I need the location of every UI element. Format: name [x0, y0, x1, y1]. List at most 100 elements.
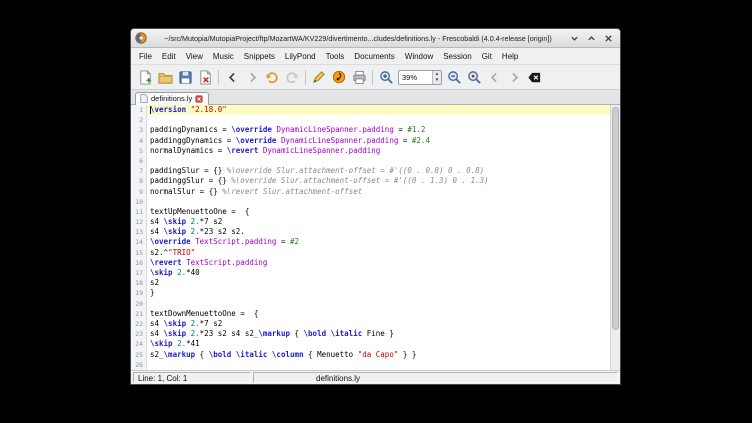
back-button[interactable]: [222, 67, 242, 87]
toolbar: 39% ▲▼: [131, 65, 620, 90]
code-line[interactable]: 13s4 \skip 2.*23 s2 s2.: [131, 227, 610, 237]
code-line[interactable]: 5normalDynamics = \revert DynamicLineSpa…: [131, 146, 610, 156]
filename-status: definitions.ly: [253, 372, 618, 383]
code-line[interactable]: 2: [131, 115, 610, 125]
menu-file[interactable]: File: [134, 50, 157, 63]
menu-snippets[interactable]: Snippets: [239, 50, 280, 63]
editor: 1\version "2.18.0"23paddingDynamics = \o…: [131, 105, 620, 370]
code-text: }: [147, 288, 610, 298]
magnifier-icon: [467, 70, 482, 85]
zoom-original-button[interactable]: [464, 67, 484, 87]
code-line[interactable]: 23s4 \skip 2.*23 s2 s4 s2_\markup { \bol…: [131, 329, 610, 339]
code-line[interactable]: 18s2: [131, 278, 610, 288]
line-number: 17: [131, 268, 147, 278]
zoom-out-button[interactable]: [444, 67, 464, 87]
menu-help[interactable]: Help: [497, 50, 523, 63]
edit-in-place-button[interactable]: [309, 67, 329, 87]
zoom-level-spinbox[interactable]: 39% ▲▼: [398, 70, 442, 85]
line-number: 6: [131, 156, 147, 166]
line-number: 7: [131, 166, 147, 176]
code-text: normalDynamics = \revert DynamicLineSpan…: [147, 146, 610, 156]
code-line[interactable]: 4paddinggDynamics = \override DynamicLin…: [131, 136, 610, 146]
code-text: s4 \skip 2.*7 s2: [147, 319, 610, 329]
code-line[interactable]: 26: [131, 360, 610, 370]
vertical-scrollbar[interactable]: [610, 105, 620, 370]
menu-session[interactable]: Session: [438, 50, 476, 63]
next-page-button[interactable]: [504, 67, 524, 87]
tab-definitions-ly[interactable]: definitions.ly: [135, 92, 209, 105]
code-line[interactable]: 20: [131, 299, 610, 309]
code-line[interactable]: 17\skip 2.*40: [131, 268, 610, 278]
code-line[interactable]: 12s4 \skip 2.*7 s2: [131, 217, 610, 227]
code-text: \revert TextScript.padding: [147, 258, 610, 268]
code-text: [147, 115, 610, 125]
menu-edit[interactable]: Edit: [157, 50, 181, 63]
code-line[interactable]: 1\version "2.18.0": [131, 105, 610, 115]
new-document-button[interactable]: [135, 67, 155, 87]
code-text: paddingDynamics = \override DynamicLineS…: [147, 125, 610, 135]
menu-view[interactable]: View: [181, 50, 208, 63]
redo-button[interactable]: [282, 67, 302, 87]
code-lines[interactable]: 1\version "2.18.0"23paddingDynamics = \o…: [131, 105, 610, 370]
menu-lilypond[interactable]: LilyPond: [280, 50, 321, 63]
line-number: 22: [131, 319, 147, 329]
line-number: 5: [131, 146, 147, 156]
maximize-button[interactable]: [584, 32, 599, 45]
save-document-button[interactable]: [175, 67, 195, 87]
line-number: 12: [131, 217, 147, 227]
zoom-in-button[interactable]: [376, 67, 396, 87]
scrollbar-thumb[interactable]: [612, 107, 619, 330]
code-line[interactable]: 15s2.^"TRIO": [131, 248, 610, 258]
forward-button[interactable]: [242, 67, 262, 87]
close-button[interactable]: [601, 32, 616, 45]
code-line[interactable]: 11textUpMenuettoOne = {: [131, 207, 610, 217]
menu-documents[interactable]: Documents: [349, 50, 399, 63]
line-number: 3: [131, 125, 147, 135]
open-document-button[interactable]: [155, 67, 175, 87]
close-document-button[interactable]: [195, 67, 215, 87]
tab-close-icon[interactable]: [195, 95, 203, 103]
minimize-button[interactable]: [567, 32, 582, 45]
code-text: [147, 156, 610, 166]
code-line[interactable]: 3paddingDynamics = \override DynamicLine…: [131, 125, 610, 135]
frescobaldi-app-icon: [135, 32, 147, 44]
frescobaldi-window: ~/src/Mutopia/MutopiaProject/ftp/MozartW…: [130, 28, 621, 385]
window-title: ~/src/Mutopia/MutopiaProject/ftp/MozartW…: [151, 34, 565, 43]
line-number: 20: [131, 299, 147, 309]
code-line[interactable]: 16\revert TextScript.padding: [131, 258, 610, 268]
clear-music-view-button[interactable]: [524, 67, 544, 87]
menu-music[interactable]: Music: [208, 50, 239, 63]
code-text: [147, 360, 610, 370]
code-text: paddinggSlur = {} %\override Slur.attach…: [147, 176, 610, 186]
zoom-spin-buttons[interactable]: ▲▼: [432, 71, 441, 84]
code-text: s4 \skip 2.*23 s2 s4 s2_\markup { \bold …: [147, 329, 610, 339]
menu-tools[interactable]: Tools: [321, 50, 350, 63]
code-line[interactable]: 19}: [131, 288, 610, 298]
engrave-lilypond-button[interactable]: [329, 67, 349, 87]
code-line[interactable]: 9normalSlur = {} %\revert Slur.attachmen…: [131, 187, 610, 197]
code-line[interactable]: 6: [131, 156, 610, 166]
code-line[interactable]: 25s2_\markup { \bold \italic \column { M…: [131, 350, 610, 360]
print-button[interactable]: [349, 67, 369, 87]
code-line[interactable]: 22s4 \skip 2.*7 s2: [131, 319, 610, 329]
desktop-background: ~/src/Mutopia/MutopiaProject/ftp/MozartW…: [0, 0, 752, 423]
code-text: \override TextScript.padding = #2: [147, 237, 610, 247]
next-page-icon: [508, 71, 521, 84]
undo-button[interactable]: [262, 67, 282, 87]
forward-icon: [246, 71, 259, 84]
code-line[interactable]: 8paddinggSlur = {} %\override Slur.attac…: [131, 176, 610, 186]
previous-page-button[interactable]: [484, 67, 504, 87]
code-line[interactable]: 14\override TextScript.padding = #2: [131, 237, 610, 247]
pencil-icon: [312, 70, 326, 84]
code-line[interactable]: 10: [131, 197, 610, 207]
code-line[interactable]: 21textDownMenuettoOne = {: [131, 309, 610, 319]
line-number: 21: [131, 309, 147, 319]
title-bar[interactable]: ~/src/Mutopia/MutopiaProject/ftp/MozartW…: [131, 29, 620, 48]
code-line[interactable]: 24\skip 2.*41: [131, 339, 610, 349]
code-text: s4 \skip 2.*7 s2: [147, 217, 610, 227]
menu-window[interactable]: Window: [400, 50, 438, 63]
menu-git[interactable]: Git: [477, 50, 497, 63]
maximize-icon: [587, 34, 596, 43]
code-line[interactable]: 7paddingSlur = {} %\override Slur.attach…: [131, 166, 610, 176]
zoom-in-icon: [379, 70, 394, 85]
